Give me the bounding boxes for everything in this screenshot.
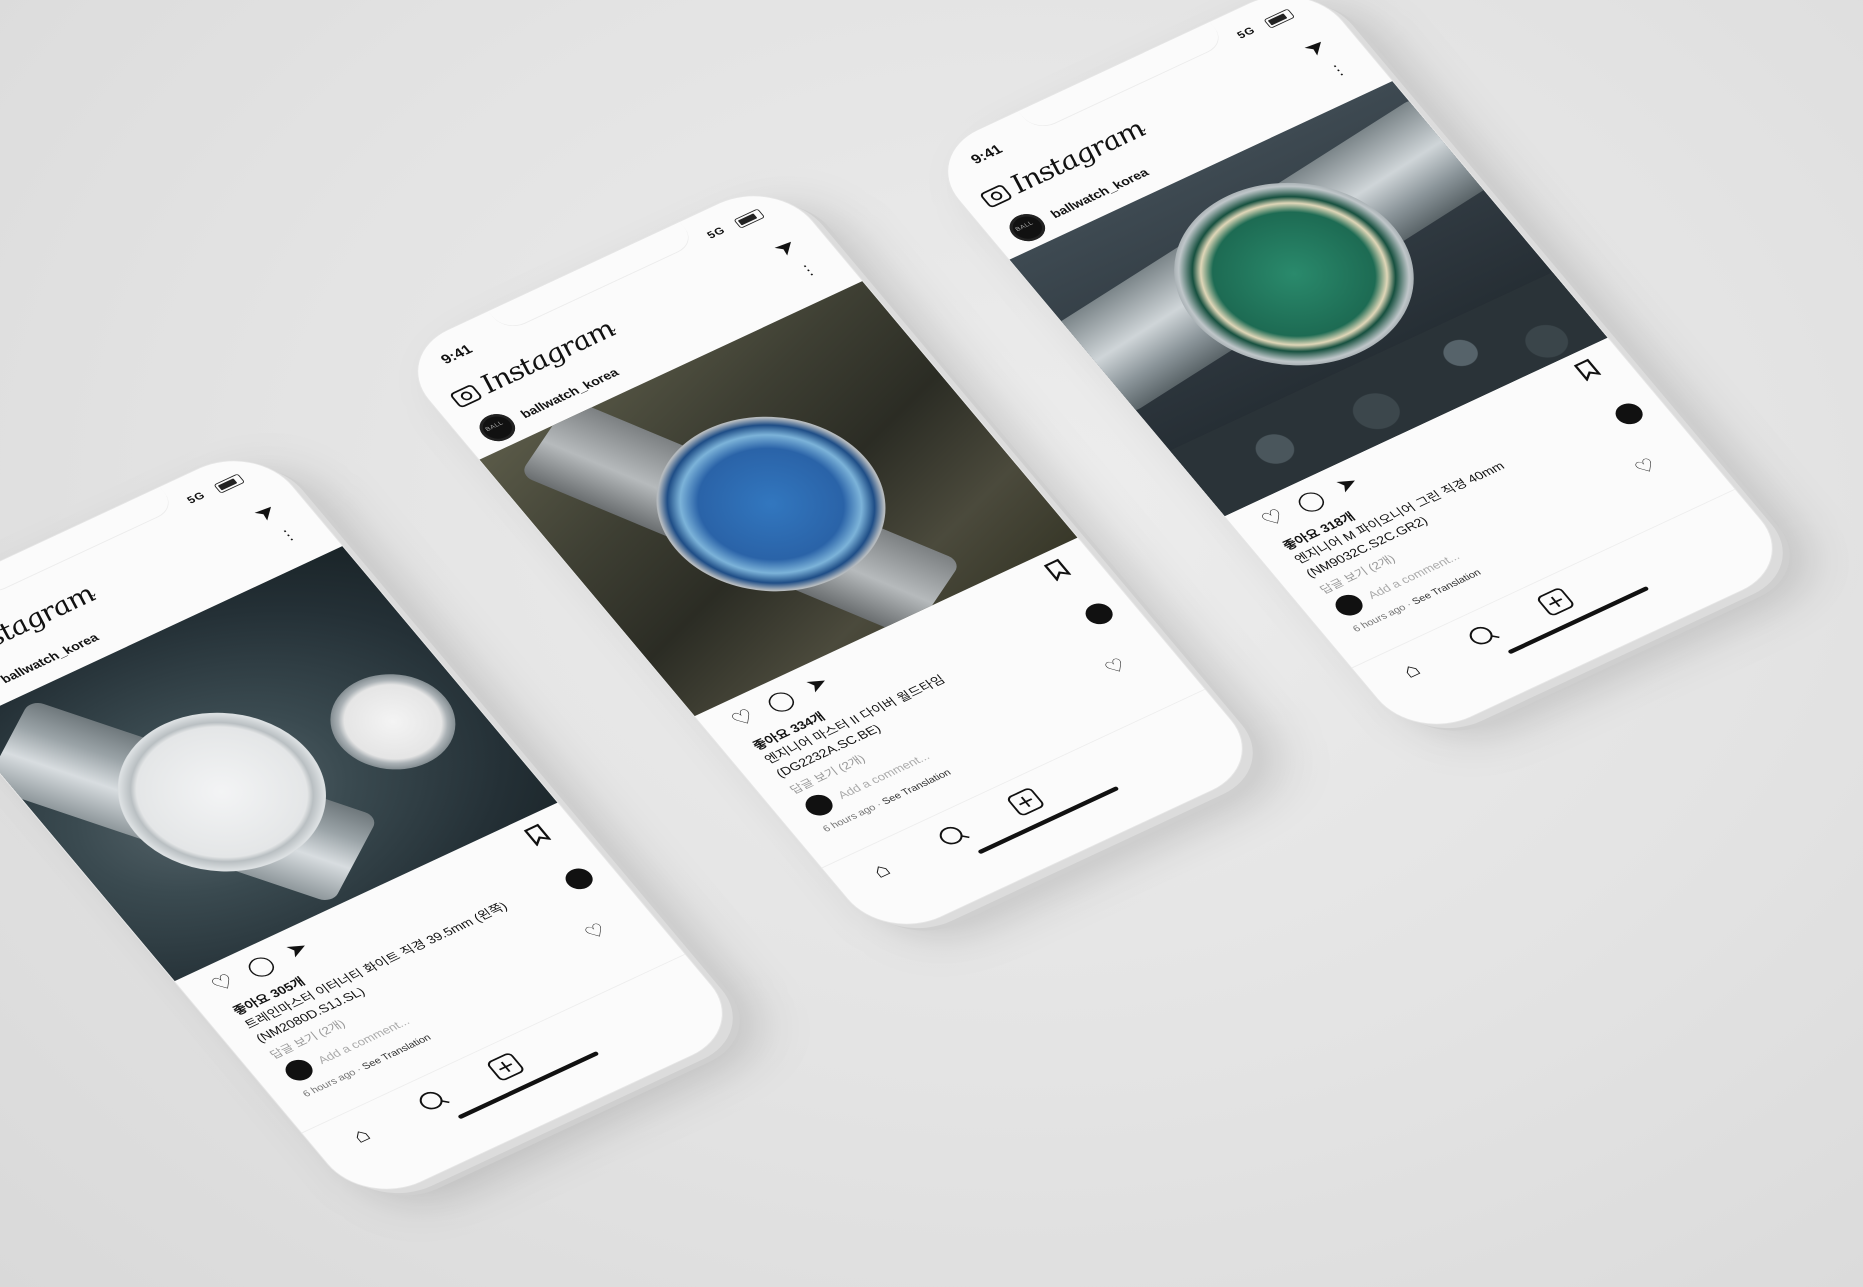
share-icon[interactable]: ➤ — [1330, 470, 1364, 498]
signal-indicator: 5G — [1234, 24, 1259, 41]
signal-indicator: 5G — [704, 224, 729, 241]
like-heart-icon[interactable]: ♡ — [206, 969, 241, 998]
home-icon[interactable]: ⌂ — [1397, 658, 1426, 683]
heart-icon[interactable]: ♡ — [1100, 654, 1132, 680]
search-icon[interactable] — [415, 1088, 447, 1113]
like-heart-icon[interactable]: ♡ — [726, 704, 761, 733]
status-time: 9:41 — [968, 142, 1006, 168]
bookmark-icon[interactable] — [523, 823, 552, 847]
comment-icon[interactable]: ◯ — [761, 686, 801, 717]
camera-icon[interactable] — [978, 183, 1014, 209]
direct-message-icon[interactable]: ➤ — [767, 234, 804, 261]
battery-icon — [733, 208, 766, 229]
add-post-icon[interactable] — [485, 1051, 526, 1083]
signal-indicator: 5G — [184, 489, 209, 506]
avatar[interactable] — [472, 409, 522, 447]
avatar — [800, 791, 838, 820]
heart-icon[interactable]: ♡ — [1630, 454, 1662, 480]
camera-icon[interactable] — [448, 383, 484, 409]
direct-message-icon[interactable]: ➤ — [1297, 34, 1334, 61]
avatar — [1330, 591, 1368, 620]
avatar[interactable] — [1002, 209, 1052, 247]
like-heart-icon[interactable]: ♡ — [1256, 504, 1291, 533]
home-icon[interactable]: ⌂ — [867, 858, 896, 883]
mockup-scene: 9:41 5G Instagram ⌄ ➤ ··· ballwatch_kore… — [0, 0, 1863, 1287]
share-icon[interactable]: ➤ — [800, 670, 834, 698]
share-icon[interactable]: ➤ — [280, 935, 314, 963]
status-time: 9:41 — [438, 342, 476, 368]
add-post-icon[interactable] — [1005, 786, 1046, 818]
comment-icon[interactable]: ◯ — [1291, 486, 1331, 517]
home-icon[interactable]: ⌂ — [347, 1123, 376, 1148]
search-icon[interactable] — [935, 823, 967, 848]
heart-icon[interactable]: ♡ — [580, 919, 612, 945]
search-icon[interactable] — [1465, 623, 1497, 648]
battery-icon — [213, 473, 246, 494]
battery-icon — [1263, 8, 1296, 29]
comment-icon[interactable]: ◯ — [241, 951, 281, 982]
bookmark-icon[interactable] — [1573, 358, 1602, 382]
direct-message-icon[interactable]: ➤ — [247, 499, 284, 526]
add-post-icon[interactable] — [1535, 586, 1576, 618]
avatar — [280, 1056, 318, 1085]
bookmark-icon[interactable] — [1043, 558, 1072, 582]
